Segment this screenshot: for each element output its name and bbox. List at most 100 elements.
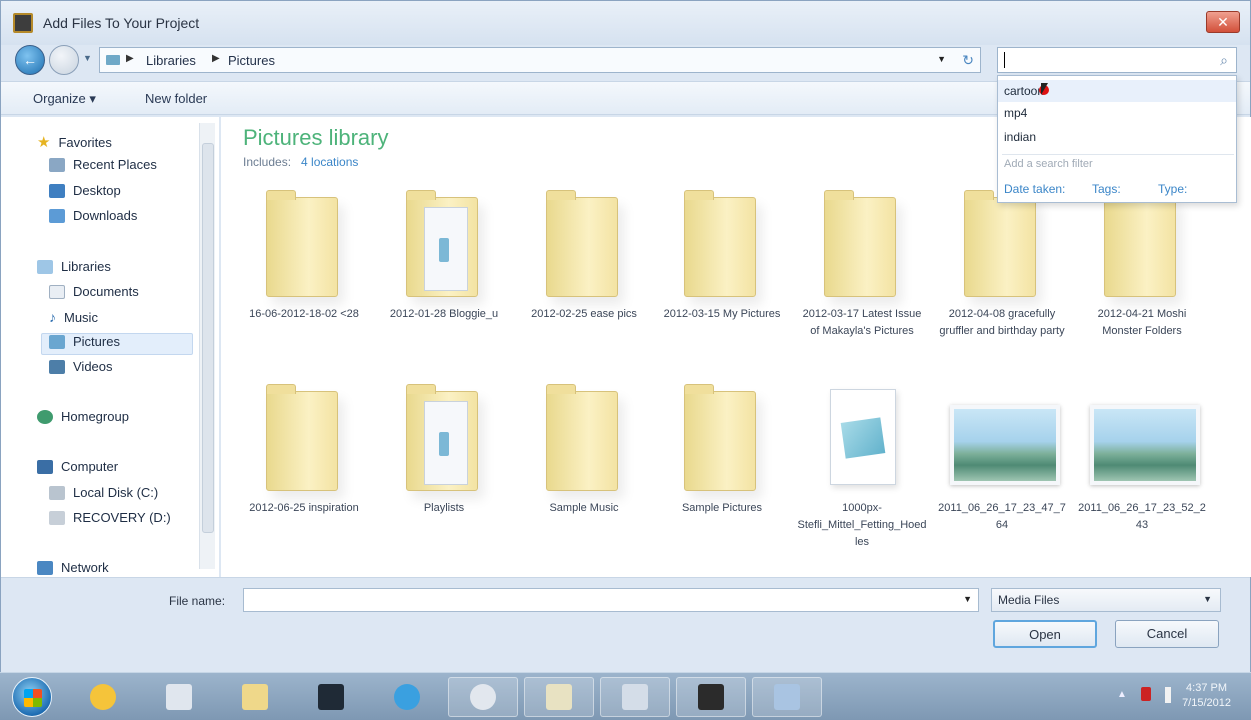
file-type-value: Media Files bbox=[998, 593, 1060, 607]
file-name: 2012-02-25 ease pics bbox=[531, 308, 637, 320]
nav-computer[interactable]: Computer bbox=[37, 459, 118, 474]
suggestion-item[interactable]: mp4 bbox=[998, 102, 1236, 124]
file-item[interactable]: 2012-06-25 inspiration bbox=[239, 383, 369, 517]
file-name: Sample Music bbox=[549, 502, 619, 514]
taskbar-button[interactable] bbox=[448, 677, 518, 717]
file-item[interactable]: 2012-01-28 Bloggie_u bbox=[379, 189, 509, 323]
filter-tags[interactable]: Tags: bbox=[1092, 182, 1121, 196]
nav-documents[interactable]: Documents bbox=[49, 284, 139, 299]
nav-scrollbar[interactable] bbox=[199, 123, 215, 569]
nav-pictures[interactable]: Pictures bbox=[49, 334, 120, 349]
folder-icon bbox=[824, 190, 896, 297]
file-name: 2012-04-21 Moshi Monster Folders bbox=[1097, 308, 1187, 337]
music-icon: ♪ bbox=[49, 309, 56, 325]
file-name: 1000px-Stefli_Mittel_Fetting_Hoedles bbox=[797, 502, 927, 548]
taskbar-button[interactable] bbox=[524, 677, 594, 717]
folder-icon bbox=[266, 190, 338, 297]
libraries-icon bbox=[37, 259, 53, 274]
camera-icon bbox=[318, 684, 344, 710]
nav-favorites[interactable]: ★ Favorites bbox=[37, 133, 112, 151]
tray-arrow-icon[interactable]: ▲ bbox=[1117, 689, 1127, 700]
file-name-dropdown-icon[interactable]: ▼ bbox=[963, 594, 972, 604]
taskbar-button[interactable] bbox=[676, 677, 746, 717]
back-button[interactable]: ← bbox=[15, 45, 45, 75]
cancel-button[interactable]: Cancel bbox=[1115, 620, 1219, 648]
search-icon[interactable]: ⌕ bbox=[1220, 52, 1228, 69]
nav-label: Pictures bbox=[73, 334, 120, 349]
includes-label: Includes: bbox=[243, 155, 292, 169]
forward-button[interactable] bbox=[49, 45, 79, 75]
file-name-input[interactable]: ▼ bbox=[243, 588, 979, 612]
nav-downloads[interactable]: Downloads bbox=[49, 208, 137, 223]
file-dialog-window: Add Files To Your Project ✕ ← ▼ ▶ Librar… bbox=[0, 0, 1251, 673]
nav-recent-places[interactable]: Recent Places bbox=[49, 157, 157, 172]
file-item[interactable]: 2012-03-15 My Pictures bbox=[657, 189, 787, 323]
folder-icon bbox=[546, 190, 618, 297]
file-item[interactable]: 16-06-2012-18-02 <28 bbox=[239, 189, 369, 323]
file-name-label: File name: bbox=[169, 594, 226, 608]
filter-type[interactable]: Type: bbox=[1158, 182, 1187, 196]
address-row: ← ▼ ▶ Libraries ▶ Pictures ▼ ↻ ⌕ bbox=[1, 41, 1250, 77]
open-button[interactable]: Open bbox=[993, 620, 1097, 648]
nav-recovery[interactable]: RECOVERY (D:) bbox=[49, 510, 171, 525]
nav-label: Desktop bbox=[73, 183, 121, 198]
organize-button[interactable]: Organize ▾ bbox=[33, 91, 96, 107]
file-item[interactable]: 2012-04-21 Moshi Monster Folders bbox=[1077, 189, 1207, 340]
file-item[interactable]: 2012-03-17 Latest Issue of Makayla's Pic… bbox=[797, 189, 927, 340]
breadcrumb-arrow-icon[interactable]: ▶ bbox=[126, 53, 134, 64]
taskbar-button[interactable] bbox=[220, 677, 290, 717]
file-item[interactable]: Sample Pictures bbox=[657, 383, 787, 517]
file-item[interactable]: 2012-02-25 ease pics bbox=[519, 189, 649, 323]
file-item[interactable]: 1000px-Stefli_Mittel_Fetting_Hoedles bbox=[797, 383, 927, 551]
taskbar-button[interactable] bbox=[600, 677, 670, 717]
start-button[interactable] bbox=[12, 677, 52, 717]
refresh-icon[interactable]: ↻ bbox=[962, 52, 974, 69]
breadcrumb-pictures[interactable]: Pictures bbox=[228, 53, 275, 68]
filter-date-taken[interactable]: Date taken: bbox=[1004, 182, 1065, 196]
volume-icon[interactable] bbox=[1165, 687, 1171, 703]
nav-libraries[interactable]: Libraries bbox=[37, 259, 111, 274]
file-item[interactable]: Playlists bbox=[379, 383, 509, 517]
thumbnail bbox=[254, 383, 354, 498]
new-folder-button[interactable]: New folder bbox=[145, 91, 207, 106]
file-name: 2011_06_26_17_23_47_764 bbox=[938, 502, 1066, 531]
nav-network[interactable]: Network bbox=[37, 560, 109, 575]
nav-local-disk[interactable]: Local Disk (C:) bbox=[49, 485, 158, 500]
file-item[interactable]: Sample Music bbox=[519, 383, 649, 517]
thumbnail bbox=[1090, 383, 1200, 498]
star-app-icon bbox=[698, 684, 724, 710]
file-name: 2012-01-28 Bloggie_u bbox=[389, 308, 499, 320]
taskbar-button[interactable] bbox=[296, 677, 366, 717]
taskbar-button[interactable] bbox=[144, 677, 214, 717]
nav-videos[interactable]: Videos bbox=[49, 359, 113, 374]
flag-icon[interactable] bbox=[1141, 687, 1151, 701]
taskbar-button[interactable] bbox=[752, 677, 822, 717]
nav-scroll-thumb[interactable] bbox=[202, 143, 214, 533]
close-button[interactable]: ✕ bbox=[1206, 11, 1240, 33]
clock[interactable]: 4:37 PM 7/15/2012 bbox=[1182, 681, 1231, 711]
breadcrumb-arrow-icon[interactable]: ▶ bbox=[212, 53, 220, 64]
suggestion-item[interactable]: cartoon bbox=[998, 80, 1236, 102]
file-explorer-icon bbox=[242, 684, 268, 710]
python-icon bbox=[166, 684, 192, 710]
address-dropdown-icon[interactable]: ▼ bbox=[937, 54, 946, 64]
suggestion-item[interactable]: indian bbox=[998, 126, 1236, 148]
file-item[interactable]: 2012-04-08 gracefully gruffler and birth… bbox=[937, 189, 1067, 340]
desktop-icon bbox=[49, 183, 65, 198]
windows-media-player-icon bbox=[90, 684, 116, 710]
nav-label: Computer bbox=[61, 459, 119, 474]
file-item[interactable]: 2011_06_26_17_23_52_243 bbox=[1077, 383, 1207, 534]
file-name: 2012-03-17 Latest Issue of Makayla's Pic… bbox=[802, 308, 922, 337]
taskbar-button[interactable] bbox=[372, 677, 442, 717]
nav-desktop[interactable]: Desktop bbox=[49, 183, 121, 198]
locations-link[interactable]: 4 locations bbox=[301, 155, 358, 169]
taskbar-button[interactable] bbox=[68, 677, 138, 717]
file-item[interactable]: 2011_06_26_17_23_47_764 bbox=[937, 383, 1067, 534]
search-input[interactable]: ⌕ bbox=[997, 47, 1237, 73]
history-dropdown-icon[interactable]: ▼ bbox=[83, 53, 92, 63]
file-type-select[interactable]: Media Files ▼ bbox=[991, 588, 1221, 612]
breadcrumb-libraries[interactable]: Libraries bbox=[146, 53, 196, 68]
nav-homegroup[interactable]: Homegroup bbox=[37, 409, 129, 424]
address-bar[interactable]: ▶ Libraries ▶ Pictures ▼ ↻ bbox=[99, 47, 981, 73]
nav-music[interactable]: ♪ Music bbox=[49, 309, 98, 325]
